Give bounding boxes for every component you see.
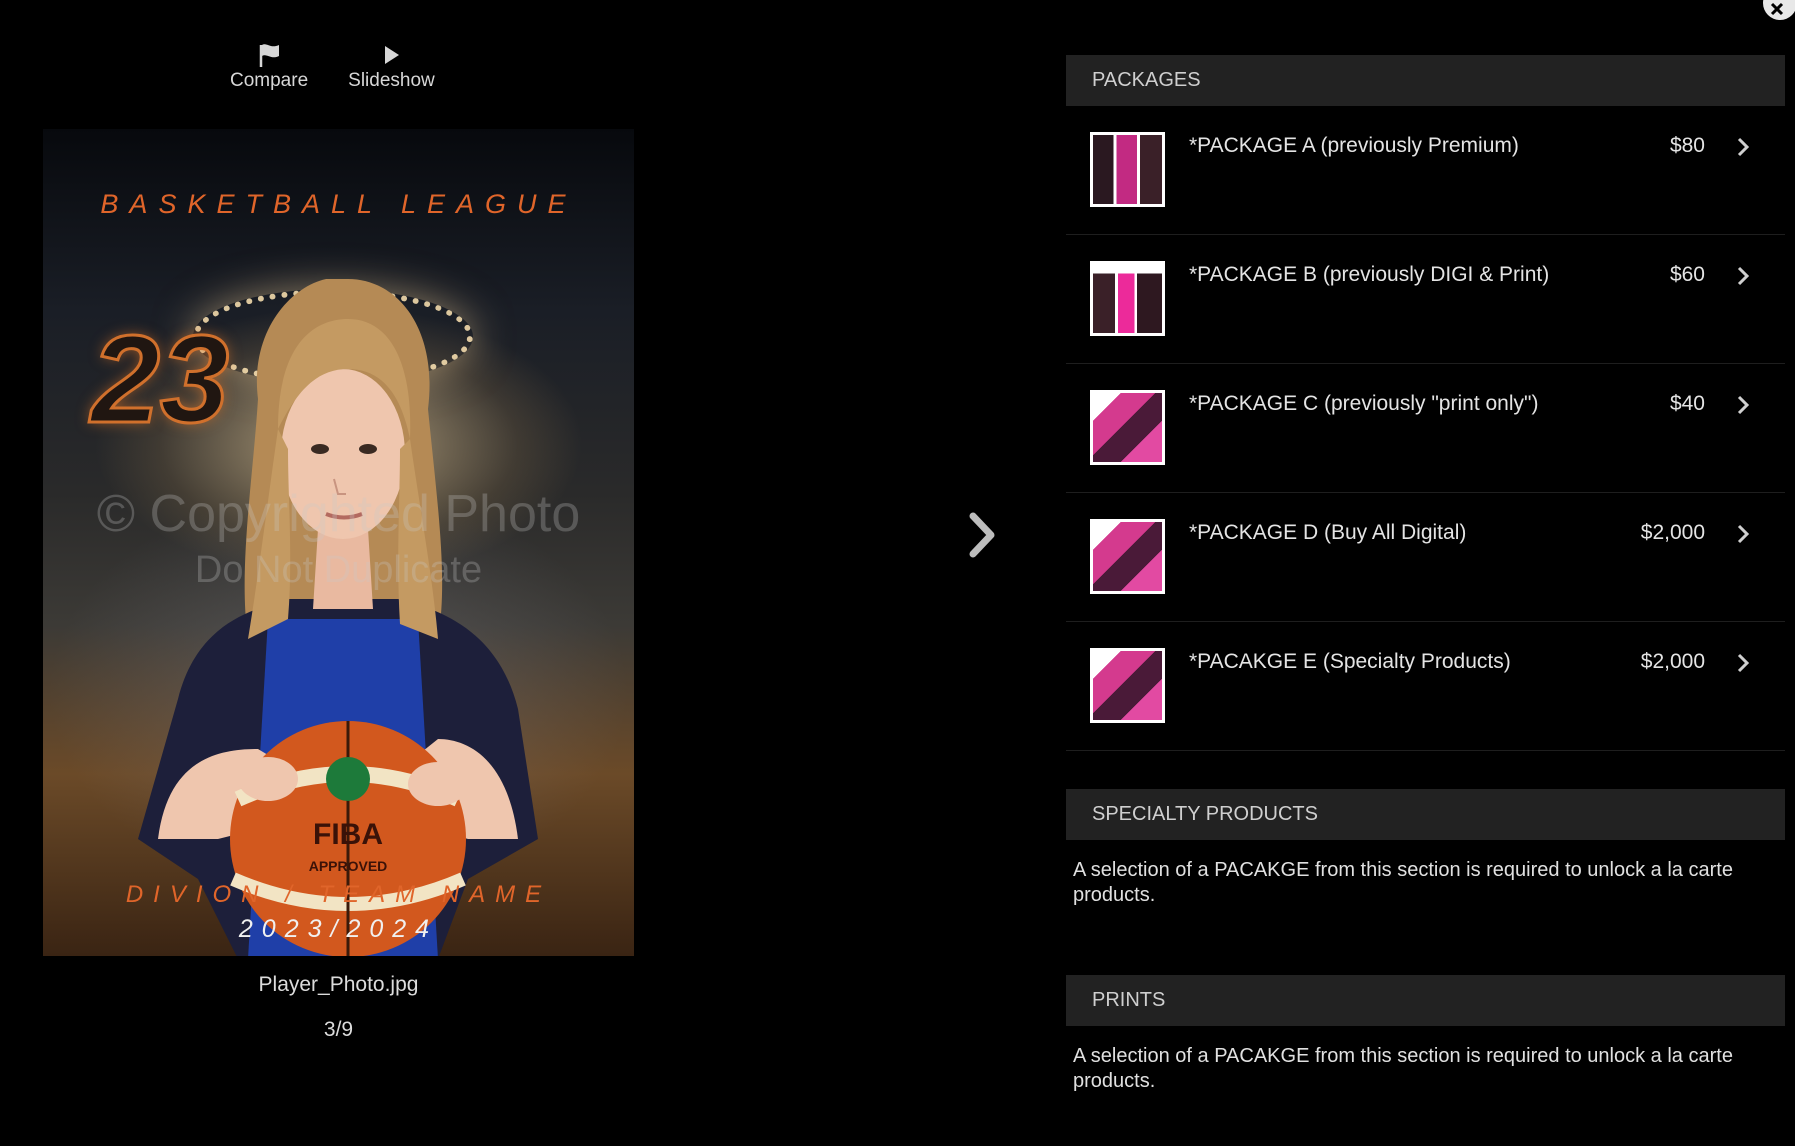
package-row[interactable]: *PACKAGE B (previously DIGI & Print) $60: [1066, 235, 1785, 364]
specialty-products-header: SPECIALTY PRODUCTS: [1066, 789, 1785, 840]
package-price: $2,000: [1640, 650, 1705, 673]
prints-header: PRINTS: [1066, 975, 1785, 1026]
chevron-right-icon: [1737, 266, 1750, 286]
close-button[interactable]: [1763, 0, 1795, 20]
package-name: *PACKAGE D (Buy All Digital): [1189, 521, 1467, 544]
compare-label: Compare: [230, 70, 309, 91]
package-name: *PACAKGE E (Specialty Products): [1189, 650, 1511, 673]
package-price: $80: [1669, 134, 1705, 157]
package-thumbnail: [1090, 648, 1165, 723]
svg-text:FIBA: FIBA: [313, 818, 383, 851]
specialty-products-note: A selection of a PACAKGE from this secti…: [1073, 859, 1733, 906]
package-row[interactable]: *PACKAGE C (previously "print only") $40: [1066, 364, 1785, 493]
chevron-right-icon: [969, 512, 995, 558]
package-row[interactable]: *PACAKGE E (Specialty Products) $2,000: [1066, 622, 1785, 751]
season-text: 2023/2024: [238, 915, 439, 943]
svg-text:APPROVED: APPROVED: [309, 858, 388, 874]
next-photo-button[interactable]: [962, 510, 1002, 560]
slideshow-label: Slideshow: [348, 70, 435, 91]
prints-note: A selection of a PACAKGE from this secti…: [1073, 1045, 1733, 1092]
package-thumbnail: [1090, 390, 1165, 465]
player-photo[interactable]: BASKETBALL LEAGUE 23 FIBA APPROVED © Cop…: [43, 129, 634, 956]
package-name: *PACKAGE C (previously "print only"): [1189, 392, 1539, 415]
package-name: *PACKAGE A (previously Premium): [1189, 134, 1519, 157]
packages-header: PACKAGES: [1066, 55, 1785, 106]
order-panel: PACKAGES *PACKAGE A (previously Premium)…: [1066, 55, 1785, 1094]
packages-title: PACKAGES: [1092, 69, 1201, 91]
chevron-right-icon: [1737, 524, 1750, 544]
package-price: $60: [1669, 263, 1705, 286]
viewer-toolbar: Compare Slideshow: [230, 40, 435, 92]
photo-filename: Player_Photo.jpg: [258, 973, 419, 996]
package-price: $2,000: [1640, 521, 1705, 544]
package-row[interactable]: *PACKAGE A (previously Premium) $80: [1066, 106, 1785, 235]
slideshow-button[interactable]: Slideshow: [348, 40, 435, 92]
package-row[interactable]: *PACKAGE D (Buy All Digital) $2,000: [1066, 493, 1785, 622]
chevron-right-icon: [1737, 137, 1750, 157]
player-figure: FIBA APPROVED: [138, 279, 538, 956]
chevron-right-icon: [1737, 395, 1750, 415]
package-name: *PACKAGE B (previously DIGI & Print): [1189, 263, 1550, 286]
chevron-right-icon: [1737, 653, 1750, 673]
prints-title: PRINTS: [1092, 989, 1166, 1011]
package-thumbnail: [1090, 519, 1165, 594]
package-thumbnail: [1090, 132, 1165, 207]
close-icon: [1770, 2, 1784, 16]
specialty-products-title: SPECIALTY PRODUCTS: [1092, 803, 1318, 825]
compare-button[interactable]: Compare: [230, 40, 308, 92]
league-text: BASKETBALL LEAGUE: [100, 189, 577, 219]
package-price: $40: [1669, 392, 1705, 415]
play-icon: [380, 40, 402, 70]
photo-counter: 3/9: [323, 1018, 354, 1041]
flag-icon: [255, 40, 283, 70]
division-text: DIVION / TEAM NAME: [125, 881, 552, 908]
package-thumbnail: [1090, 261, 1165, 336]
